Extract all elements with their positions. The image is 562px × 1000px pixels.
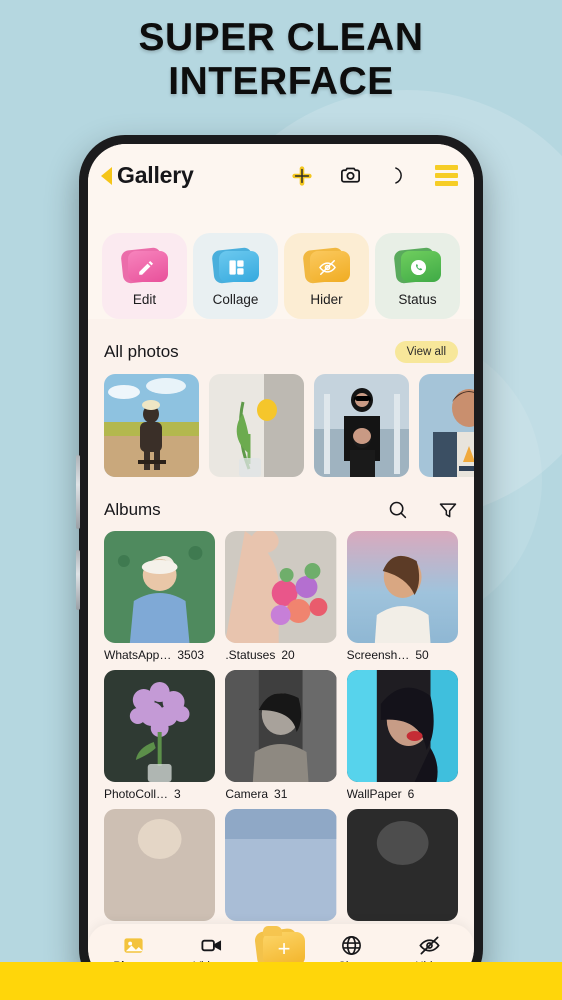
album-woman-grass[interactable] [104, 531, 216, 643]
album-woman-flowers[interactable] [225, 531, 337, 643]
album-woman-sunset[interactable] [346, 531, 458, 643]
album-item[interactable]: WhatsApp… 3503 [104, 531, 216, 662]
album-name: Camera [225, 787, 269, 801]
album-cyan-portrait[interactable] [346, 670, 458, 782]
phone-mockup: Gallery Edit Collage Hider Status All ph… [76, 135, 483, 995]
power-button[interactable] [76, 550, 80, 610]
album-count: 31 [274, 787, 288, 801]
all-photos-header: All photos View all [88, 319, 474, 374]
album-item[interactable] [346, 809, 458, 921]
tile-hider[interactable]: Hider [284, 233, 369, 319]
headline-line-1: SUPER CLEAN [138, 16, 424, 59]
eye-slash-icon [418, 935, 440, 955]
album-item[interactable] [225, 809, 337, 921]
back-triangle-icon[interactable] [101, 166, 112, 185]
collage-folder-icon [210, 246, 259, 284]
section-title: All photos [104, 342, 179, 361]
album-count: 6 [407, 787, 415, 801]
album-count: 3503 [177, 648, 205, 662]
all-photos-strip[interactable] [88, 374, 474, 477]
view-all-button[interactable]: View all [394, 341, 458, 363]
album-caption: PhotoColl… 3 [104, 787, 215, 801]
album-caption: .Statuses 20 [225, 648, 336, 662]
section-title: Albums [104, 499, 161, 519]
video-camera-icon [200, 939, 221, 951]
tile-collage[interactable]: Collage [193, 233, 278, 319]
tile-label: Collage [212, 291, 259, 307]
add-icon[interactable] [291, 165, 313, 187]
album-lilac-flowers[interactable] [104, 670, 216, 782]
album-item[interactable]: Screensh… 50 [346, 531, 458, 662]
album-caption: WallPaper 6 [347, 787, 458, 801]
promo-headline: SUPER CLEAN INTERFACE [0, 16, 562, 104]
tile-label: Hider [310, 291, 343, 307]
album-item[interactable]: .Statuses 20 [225, 531, 337, 662]
album-count: 20 [281, 648, 295, 662]
album-item[interactable]: WallPaper 6 [346, 670, 458, 801]
tile-label: Status [398, 291, 437, 307]
album-name: WhatsApp… [104, 648, 172, 662]
photo-boy-denim-jacket[interactable] [419, 374, 474, 477]
album-caption: Screensh… 50 [347, 648, 458, 662]
quick-action-tiles: Edit Collage Hider Status [88, 199, 474, 319]
search-icon[interactable] [387, 499, 408, 520]
album-caption: Camera 31 [225, 787, 336, 801]
hamburger-menu-icon[interactable] [435, 165, 458, 186]
app-bar: Gallery [88, 144, 474, 199]
whatsapp-folder-icon [392, 246, 441, 284]
album-item[interactable]: PhotoColl… 3 [104, 670, 216, 801]
page-title: Gallery [117, 162, 194, 188]
photos-icon [123, 937, 143, 953]
tile-status[interactable]: Status [375, 233, 460, 319]
phone-screen: Gallery Edit Collage Hider Status All ph… [88, 144, 474, 986]
album-partial-2[interactable] [225, 809, 337, 921]
photo-woman-on-chair[interactable] [104, 374, 199, 477]
photo-two-women-black[interactable] [314, 374, 409, 477]
camera-icon[interactable] [339, 164, 362, 187]
promo-bottom-band [0, 962, 562, 1000]
headline-line-2: INTERFACE [168, 60, 394, 104]
globe-icon [341, 935, 361, 955]
album-bw-portrait[interactable] [225, 670, 337, 782]
album-item[interactable]: Camera 31 [225, 670, 337, 801]
pencil-folder-icon [119, 246, 168, 284]
filter-funnel-icon[interactable] [438, 500, 458, 520]
album-count: 3 [174, 787, 181, 801]
album-partial-3[interactable] [346, 809, 458, 921]
app-bar-actions [291, 164, 458, 187]
tile-edit[interactable]: Edit [102, 233, 187, 319]
album-item[interactable] [104, 809, 216, 921]
albums-header: Albums [88, 477, 474, 531]
album-name: Screensh… [346, 648, 410, 662]
eye-slash-folder-icon [301, 246, 350, 284]
photo-yellow-tulip[interactable] [209, 374, 304, 477]
volume-button[interactable] [76, 455, 80, 529]
albums-header-icons [387, 499, 458, 520]
albums-grid: WhatsApp… 3503 .Statuses 20 Screensh… 50… [88, 531, 474, 986]
album-name: PhotoColl… [104, 787, 169, 801]
album-caption: WhatsApp… 3503 [104, 648, 215, 662]
tile-label: Edit [132, 291, 157, 307]
album-name: .Statuses [225, 648, 276, 662]
fab-plus-label: + [263, 926, 305, 966]
dark-mode-moon-icon[interactable] [388, 165, 409, 186]
album-name: WallPaper [346, 787, 402, 801]
album-count: 50 [415, 648, 429, 662]
album-partial-1[interactable] [104, 809, 216, 921]
